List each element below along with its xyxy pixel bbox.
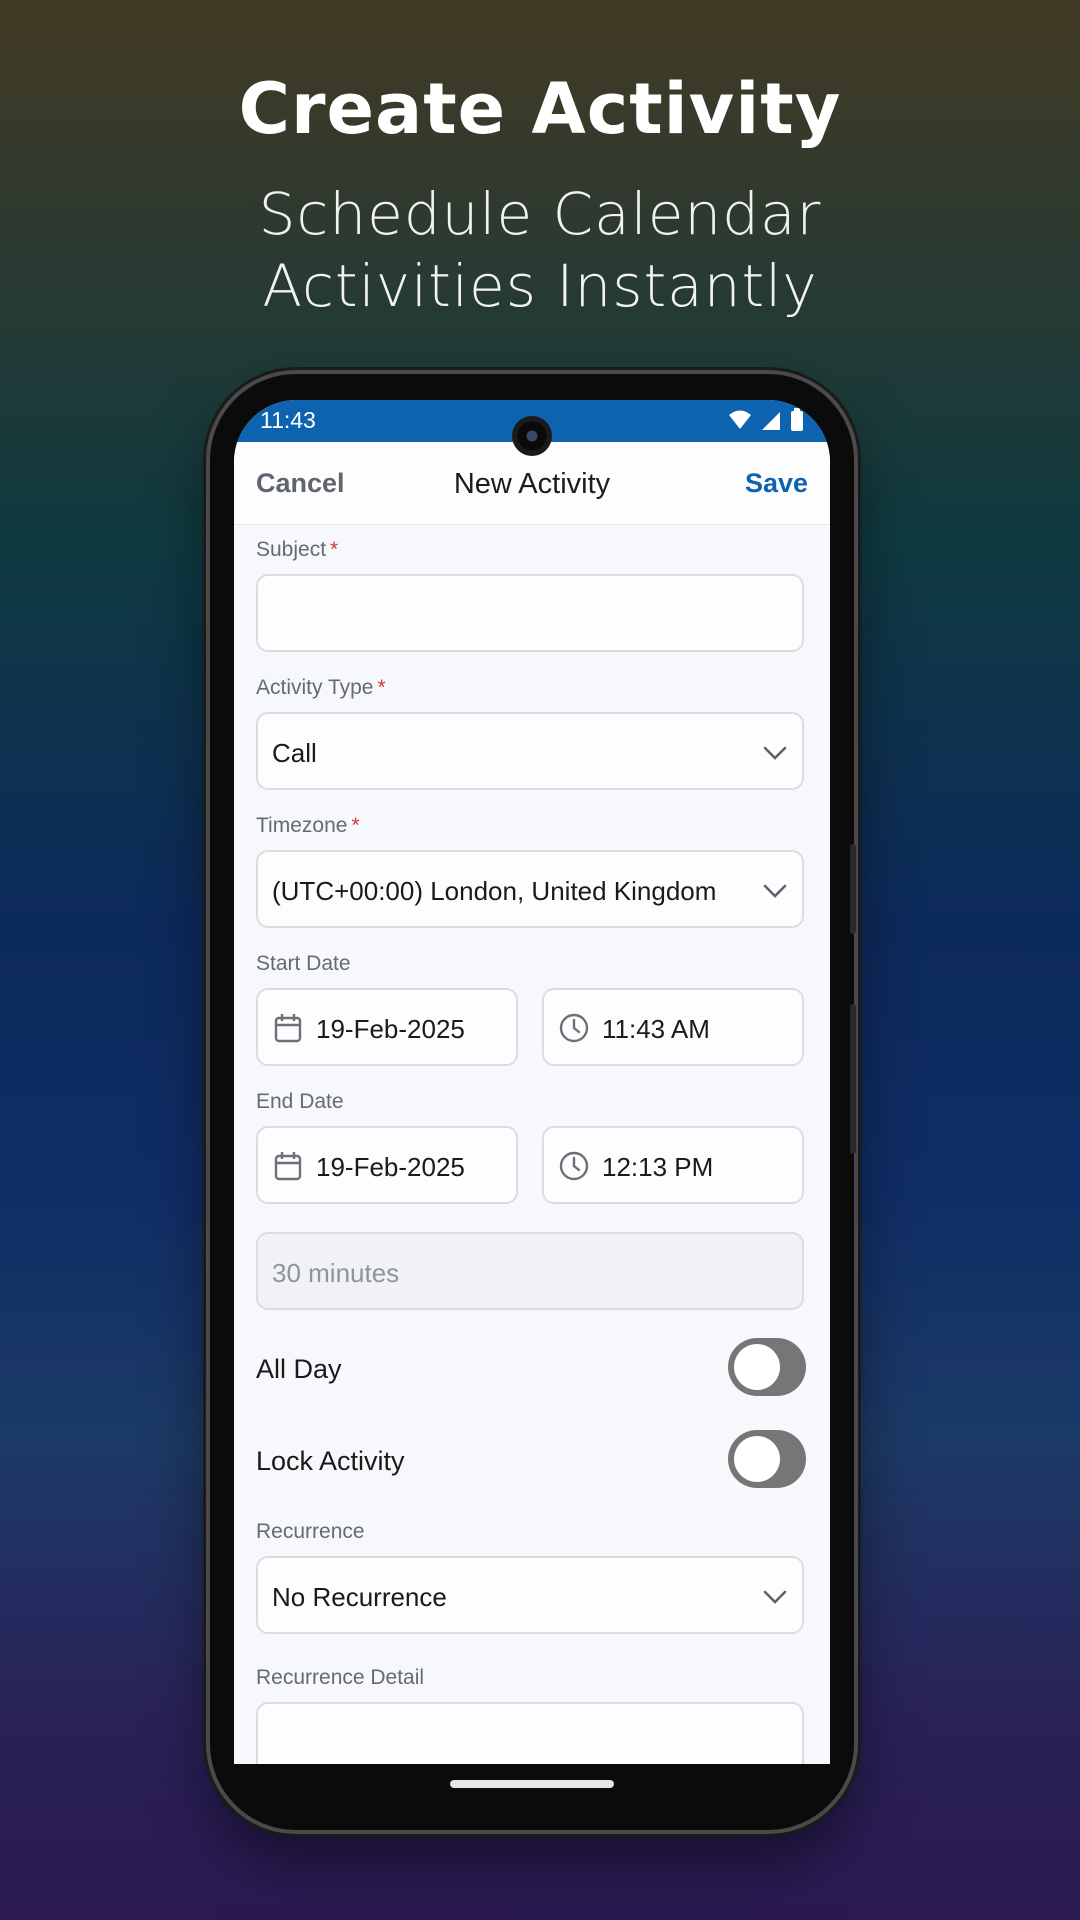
phone-screen: 11:43 New Activity Cancel Save Subject * …	[234, 400, 830, 1764]
calendar-icon	[274, 1152, 302, 1181]
activity-type-label-text: Activity Type	[256, 676, 374, 699]
phone-side-button	[850, 1004, 856, 1154]
recurrence-detail-input[interactable]	[256, 1702, 804, 1764]
status-time: 11:43	[260, 407, 316, 433]
signal-icon	[762, 412, 780, 430]
battery-icon	[791, 408, 803, 431]
hero-title: Create Activity	[238, 68, 842, 150]
duration-field: 30 minutes	[256, 1232, 804, 1310]
status-icons	[728, 408, 804, 432]
chevron-down-icon	[763, 746, 787, 760]
clock-icon	[559, 1013, 589, 1043]
recurrence-detail-label: Recurrence Detail	[256, 1666, 425, 1689]
timezone-select[interactable]: (UTC+00:00) London, United Kingdom	[256, 850, 804, 928]
timezone-value: (UTC+00:00) London, United Kingdom	[272, 876, 717, 906]
cancel-button[interactable]: Cancel	[256, 468, 345, 499]
required-marker: *	[330, 538, 339, 561]
duration-value: 30 minutes	[272, 1258, 400, 1288]
start-time-value: 11:43 AM	[602, 1014, 710, 1044]
front-camera	[512, 416, 552, 456]
toggle-knob	[734, 1344, 780, 1390]
end-date-value: 19-Feb-2025	[316, 1152, 465, 1182]
all-day-toggle[interactable]	[728, 1338, 806, 1396]
start-date-picker[interactable]: 19-Feb-2025	[256, 988, 518, 1066]
end-date-label: End Date	[256, 1090, 344, 1113]
wifi-icon	[729, 410, 751, 429]
required-marker: *	[377, 676, 386, 699]
chevron-down-icon	[763, 1590, 787, 1604]
start-date-value: 19-Feb-2025	[316, 1014, 465, 1044]
phone-frame: 11:43 New Activity Cancel Save Subject * …	[210, 374, 856, 1830]
subject-label-text: Subject	[256, 538, 327, 561]
phone-side-button	[850, 844, 856, 934]
subject-input[interactable]	[256, 574, 804, 652]
recurrence-select[interactable]: No Recurrence	[256, 1556, 804, 1634]
clock-icon	[559, 1151, 589, 1181]
required-marker: *	[351, 814, 360, 837]
start-time-picker[interactable]: 11:43 AM	[542, 988, 804, 1066]
activity-type-select[interactable]: Call	[256, 712, 804, 790]
lock-activity-toggle[interactable]	[728, 1430, 806, 1488]
recurrence-label: Recurrence	[256, 1520, 365, 1543]
lock-activity-label: Lock Activity	[256, 1446, 405, 1476]
hero-subtitle: Schedule Calendar Activities Instantly	[258, 180, 822, 320]
recurrence-value: No Recurrence	[272, 1582, 447, 1612]
save-button[interactable]: Save	[745, 468, 808, 499]
end-date-picker[interactable]: 19-Feb-2025	[256, 1126, 518, 1204]
timezone-label: Timezone *	[256, 814, 360, 838]
toggle-knob	[734, 1436, 780, 1482]
subject-label: Subject *	[256, 538, 338, 562]
calendar-icon	[274, 1014, 302, 1043]
start-date-label: Start Date	[256, 952, 351, 975]
end-time-value: 12:13 PM	[602, 1152, 714, 1182]
home-indicator[interactable]	[450, 1780, 614, 1788]
timezone-label-text: Timezone	[256, 814, 348, 837]
all-day-label: All Day	[256, 1354, 342, 1384]
chevron-down-icon	[763, 884, 787, 898]
activity-type-value: Call	[272, 738, 317, 768]
activity-type-label: Activity Type *	[256, 676, 386, 700]
end-time-picker[interactable]: 12:13 PM	[542, 1126, 804, 1204]
